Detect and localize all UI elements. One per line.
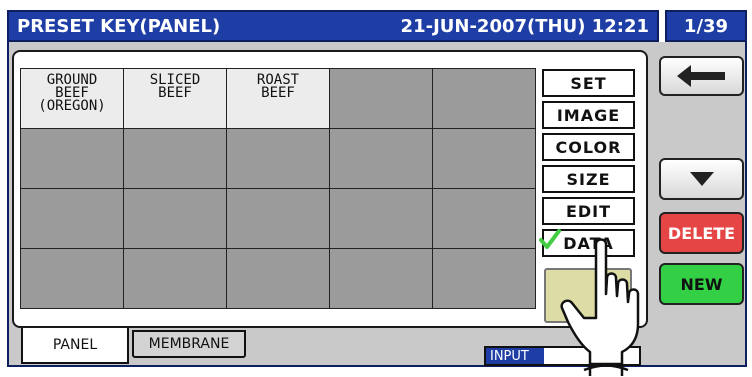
preset-key-cell[interactable] (21, 189, 124, 249)
preset-key-grid: GROUND BEEF (OREGON) SLICED BEEF ROAST B… (20, 68, 536, 309)
preset-key-cell[interactable] (433, 189, 536, 249)
preset-key-cell[interactable] (227, 189, 330, 249)
return-arrow-icon (676, 65, 725, 87)
preset-key-cell[interactable]: ROAST BEEF (227, 69, 330, 129)
preset-key-cell[interactable] (330, 69, 433, 129)
preset-key-cell[interactable] (124, 249, 227, 309)
preset-key-cell[interactable] (330, 129, 433, 189)
down-triangle-icon (689, 172, 714, 186)
top-strip (0, 0, 752, 10)
preset-key-cell[interactable] (433, 249, 536, 309)
preset-key-cell[interactable]: GROUND BEEF (OREGON) (21, 69, 124, 129)
edit-button[interactable]: EDIT (542, 197, 635, 225)
input-label: INPUT (486, 348, 545, 364)
size-button[interactable]: SIZE (542, 165, 635, 193)
screen-title: PRESET KEY(PANEL) (17, 15, 221, 37)
preset-key-cell[interactable] (330, 189, 433, 249)
tab-membrane[interactable]: MEMBRANE (132, 330, 246, 358)
preset-key-cell[interactable] (227, 129, 330, 189)
preset-key-cell[interactable] (21, 129, 124, 189)
pointing-hand-icon (560, 238, 640, 376)
tab-panel[interactable]: PANEL (21, 328, 129, 364)
back-button[interactable] (659, 56, 744, 96)
scroll-down-button[interactable] (659, 158, 744, 200)
preset-key-cell[interactable]: SLICED BEEF (124, 69, 227, 129)
check-icon (539, 229, 561, 249)
preset-key-cell[interactable] (433, 69, 536, 129)
preset-key-cell[interactable] (124, 189, 227, 249)
preset-key-cell[interactable] (433, 129, 536, 189)
image-button[interactable]: IMAGE (542, 101, 635, 129)
preset-key-cell[interactable] (227, 249, 330, 309)
color-button[interactable]: COLOR (542, 133, 635, 161)
new-button[interactable]: NEW (659, 263, 744, 305)
preset-key-cell[interactable] (124, 129, 227, 189)
header-bar: PRESET KEY(PANEL) 21-JUN-2007(THU) 12:21 (7, 10, 659, 42)
delete-button[interactable]: DELETE (659, 212, 744, 254)
page-indicator: 1/39 (665, 10, 747, 42)
preset-key-cell[interactable] (21, 249, 124, 309)
set-button[interactable]: SET (542, 69, 635, 97)
preset-key-cell[interactable] (330, 249, 433, 309)
datetime: 21-JUN-2007(THU) 12:21 (400, 15, 649, 37)
